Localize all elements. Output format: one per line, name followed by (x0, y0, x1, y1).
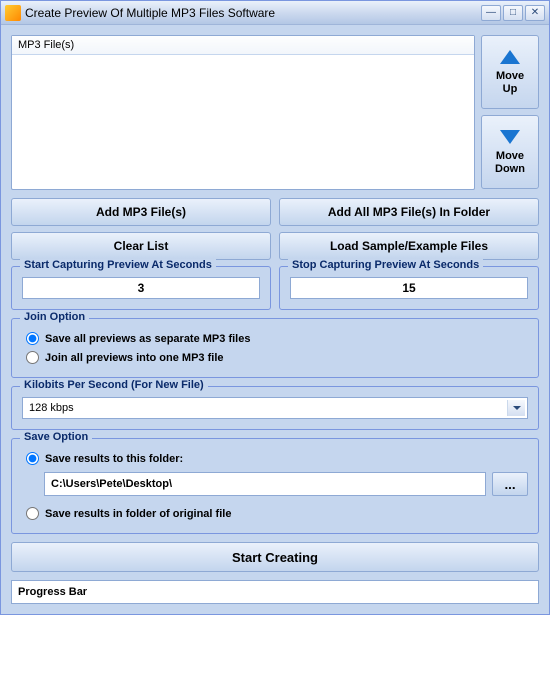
close-button[interactable]: ✕ (525, 5, 545, 21)
stop-capture-group: Stop Capturing Preview At Seconds (279, 266, 539, 310)
arrow-down-icon (500, 130, 520, 144)
main-window: Create Preview Of Multiple MP3 Files Sof… (0, 0, 550, 615)
move-down-button[interactable]: MoveDown (481, 115, 539, 189)
save-original-folder-radio[interactable]: Save results in folder of original file (22, 504, 528, 523)
app-icon (5, 5, 21, 21)
start-capture-group: Start Capturing Preview At Seconds (11, 266, 271, 310)
stop-seconds-input[interactable] (290, 277, 528, 299)
add-files-button[interactable]: Add MP3 File(s) (11, 198, 271, 226)
save-option-group: Save Option Save results to this folder:… (11, 438, 539, 534)
join-separate-radio[interactable]: Save all previews as separate MP3 files (22, 329, 528, 348)
start-creating-button[interactable]: Start Creating (11, 542, 539, 572)
load-sample-button[interactable]: Load Sample/Example Files (279, 232, 539, 260)
join-one-radio[interactable]: Join all previews into one MP3 file (22, 348, 528, 367)
window-title: Create Preview Of Multiple MP3 Files Sof… (25, 6, 481, 20)
add-folder-button[interactable]: Add All MP3 File(s) In Folder (279, 198, 539, 226)
minimize-button[interactable]: — (481, 5, 501, 21)
file-list[interactable]: MP3 File(s) (11, 35, 475, 190)
file-list-header: MP3 File(s) (12, 36, 474, 55)
clear-list-button[interactable]: Clear List (11, 232, 271, 260)
progress-bar: Progress Bar (11, 580, 539, 604)
join-option-group: Join Option Save all previews as separat… (11, 318, 539, 378)
kilobits-group: Kilobits Per Second (For New File) 128 k… (11, 386, 539, 430)
start-seconds-input[interactable] (22, 277, 260, 299)
arrow-up-icon (500, 50, 520, 64)
titlebar: Create Preview Of Multiple MP3 Files Sof… (1, 1, 549, 25)
move-up-button[interactable]: MoveUp (481, 35, 539, 109)
browse-button[interactable]: ... (492, 472, 528, 496)
kilobits-select[interactable]: 128 kbps (22, 397, 528, 419)
save-to-folder-radio[interactable]: Save results to this folder: (22, 449, 528, 468)
maximize-button[interactable]: □ (503, 5, 523, 21)
chevron-down-icon (507, 400, 525, 416)
save-path-input[interactable] (44, 472, 486, 496)
